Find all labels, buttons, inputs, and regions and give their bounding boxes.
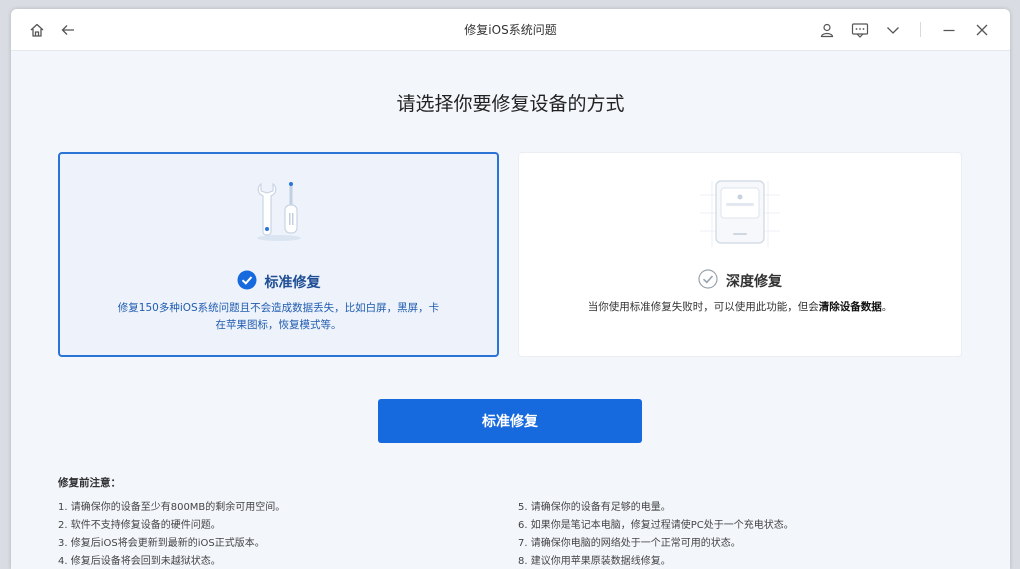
deep-repair-description: 当你使用标准修复失败时，可以使用此功能，但会清除设备数据。 [559,299,921,316]
note-item: 6. 如果你是笔记本电脑，修复过程请使PC处于一个充电状态。 [518,520,794,531]
title-bar: 修复iOS系统问题 [11,9,1010,51]
note-item: 7. 请确保你电脑的网络处于一个正常可用的状态。 [518,538,741,549]
notes-title: 修复前注意： [58,477,121,489]
deep-repair-title: 深度修复 [726,274,782,290]
standard-repair-card[interactable]: 标准修复 修复150多种iOS系统问题且不会造成数据丢失，比如白屏，黑屏，卡 在… [58,152,499,357]
standard-repair-button[interactable]: 标准修复 [378,399,642,443]
page-heading: 请选择你要修复设备的方式 [396,93,625,115]
note-item: 8. 建议你用苹果原装数据线修复。 [518,556,671,567]
note-item: 4. 修复后设备将会回到未越狱状态。 [58,556,221,567]
note-item: 2. 软件不支持修复设备的硬件问题。 [58,520,221,531]
note-item: 3. 修复后iOS将会更新到最新的iOS正式版本。 [58,538,265,549]
note-item: 5. 请确保你的设备有足够的电量。 [518,502,671,513]
notes-list-right: 5. 请确保你的设备有足够的电量。 6. 如果你是笔记本电脑，修复过程请使PC处… [518,499,794,569]
chevron-down-icon[interactable] [884,21,902,39]
deep-repair-card[interactable]: 深度修复 当你使用标准修复失败时，可以使用此功能，但会清除设备数据。 [518,152,962,357]
deep-repair-desc-prefix: 当你使用标准修复失败时，可以使用此功能，但会 [587,301,819,313]
wrench-screwdriver-icon [249,180,309,248]
deep-repair-title-row: 深度修复 [519,269,961,293]
standard-repair-desc-line2: 在苹果图标，恢复模式等。 [215,319,342,331]
titlebar-divider [920,22,921,37]
standard-repair-title-row: 标准修复 [60,270,497,294]
notes-list-left: 1. 请确保你的设备至少有800MB的剩余可用空间。 2. 软件不支持修复设备的… [58,499,285,569]
close-icon[interactable] [973,21,991,39]
standard-repair-description: 修复150多种iOS系统问题且不会造成数据丢失，比如白屏，黑屏，卡 在苹果图标，… [100,300,457,334]
check-circle-outline-icon [698,269,718,293]
note-item: 1. 请确保你的设备至少有800MB的剩余可用空间。 [58,502,286,513]
minimize-icon[interactable] [940,21,958,39]
standard-repair-title: 标准修复 [264,275,321,291]
deep-repair-desc-suffix: 。 [881,301,893,313]
app-window: 修复iOS系统问题 请选择你要修复设备的方式 标准修复 修复150多种iOS系统… [11,9,1010,569]
standard-repair-desc-line1: 修复150多种iOS系统问题且不会造成数据丢失，比如白屏，黑屏，卡 [117,302,440,314]
deep-repair-desc-warning: 清除设备数据 [818,301,882,313]
user-icon[interactable] [818,21,836,39]
device-reset-icon [700,177,780,253]
check-circle-icon [237,270,257,294]
feedback-icon[interactable] [851,21,869,39]
